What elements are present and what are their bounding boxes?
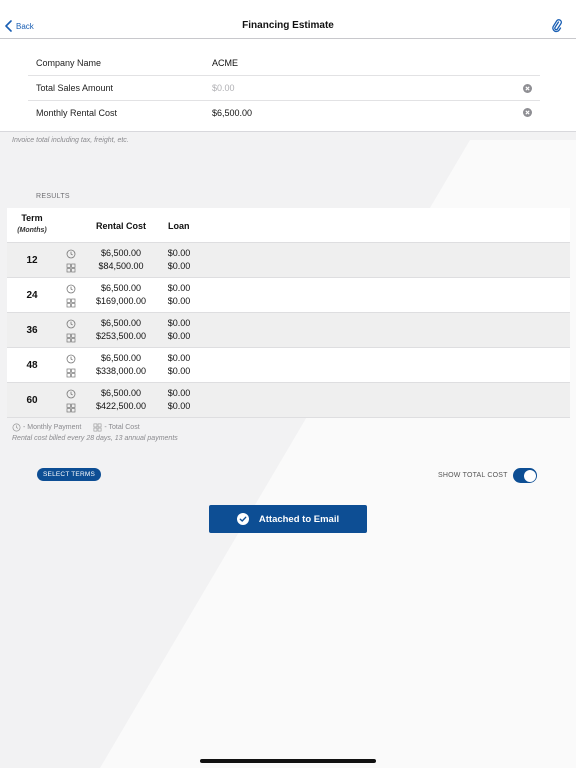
legend-total-label: - Total Cost [104, 424, 140, 431]
term-value: 12 [26, 255, 38, 266]
monthly-rental-cost: $6,500.00 [100, 283, 142, 293]
paperclip-icon[interactable] [552, 19, 562, 33]
grid-icon [66, 333, 76, 343]
billing-note: Rental cost billed every 28 days, 13 ann… [12, 435, 178, 442]
invoice-hint: Invoice total including tax, freight, et… [12, 137, 129, 144]
clear-circle-icon[interactable] [523, 108, 532, 117]
table-row: 12 $6,500.00 $84,500.00 $0.00 $0.00 [7, 243, 570, 278]
navigation-bar: Back Financing Estimate [0, 0, 576, 39]
table-header: Term (Months) Rental Cost Loan [7, 208, 570, 243]
total-loan-cost: $0.00 [167, 401, 191, 411]
loan-header: Loan [168, 221, 190, 231]
table-row: 48 $6,500.00 $338,000.00 $0.00 $0.00 [7, 348, 570, 383]
rental-cost-header: Rental Cost [96, 221, 147, 231]
grid-icon [66, 403, 76, 413]
monthly-rental-row: Monthly Rental Cost $6,500.00 [28, 100, 540, 125]
term-value: 36 [26, 325, 38, 336]
grid-icon [93, 423, 102, 432]
total-sales-label: Total Sales Amount [36, 83, 114, 93]
monthly-loan-cost: $0.00 [167, 388, 191, 398]
table-row: 24 $6,500.00 $169,000.00 $0.00 $0.00 [7, 278, 570, 313]
monthly-rental-input[interactable]: $6,500.00 [212, 108, 252, 118]
page-title: Financing Estimate [242, 20, 334, 31]
monthly-loan-cost: $0.00 [167, 283, 191, 293]
show-total-cost-toggle[interactable] [513, 468, 537, 483]
clock-icon [66, 354, 76, 364]
attached-to-email-button[interactable]: Attached to Email [209, 505, 367, 533]
legend-monthly-label: - Monthly Payment [23, 424, 82, 431]
term-value: 48 [26, 360, 38, 371]
table-row: 60 $6,500.00 $422,500.00 $0.00 $0.00 [7, 383, 570, 418]
monthly-loan-cost: $0.00 [167, 248, 191, 258]
monthly-loan-cost: $0.00 [167, 353, 191, 363]
clock-icon [66, 284, 76, 294]
email-button-label: Attached to Email [258, 513, 340, 525]
legend: - Monthly Payment - Total Cost [12, 423, 140, 432]
monthly-rental-cost: $6,500.00 [100, 353, 142, 363]
estimate-form: Company Name ACME Total Sales Amount $0.… [0, 39, 576, 132]
total-rental-cost: $338,000.00 [95, 366, 147, 376]
monthly-loan-cost: $0.00 [167, 318, 191, 328]
months-header: (Months) [17, 227, 47, 234]
results-section-label: RESULTS [36, 193, 70, 200]
select-terms-button[interactable]: SELECT TERMS [37, 468, 102, 481]
home-indicator[interactable] [200, 759, 376, 763]
monthly-rental-cost: $6,500.00 [100, 318, 142, 328]
grid-icon [66, 298, 76, 308]
grid-icon [66, 263, 76, 273]
total-loan-cost: $0.00 [167, 261, 191, 271]
term-value: 24 [26, 290, 38, 301]
company-name-label: Company Name [36, 58, 102, 68]
table-row: 36 $6,500.00 $253,500.00 $0.00 $0.00 [7, 313, 570, 348]
total-sales-row: Total Sales Amount $0.00 [28, 76, 540, 101]
grid-icon [66, 368, 76, 378]
monthly-rental-label: Monthly Rental Cost [36, 107, 118, 118]
company-name-row: Company Name ACME [28, 51, 540, 76]
total-loan-cost: $0.00 [167, 366, 191, 376]
results-table: Term (Months) Rental Cost Loan 12 $6,500… [7, 208, 570, 418]
toggle-knob [524, 469, 536, 482]
company-name-input[interactable]: ACME [212, 58, 238, 68]
total-sales-input[interactable]: $0.00 [212, 83, 235, 93]
clock-icon [66, 249, 76, 259]
monthly-rental-cost: $6,500.00 [100, 248, 142, 258]
total-loan-cost: $0.00 [167, 331, 191, 341]
total-rental-cost: $253,500.00 [95, 331, 147, 341]
checkmark-circle-icon [236, 513, 249, 525]
clear-circle-icon[interactable] [523, 84, 532, 93]
clock-icon [66, 319, 76, 329]
clock-icon [12, 423, 21, 432]
total-loan-cost: $0.00 [167, 296, 191, 306]
monthly-rental-cost: $6,500.00 [100, 388, 142, 398]
total-rental-cost: $169,000.00 [95, 296, 147, 306]
show-total-cost-label: SHOW TOTAL COST [438, 472, 508, 479]
term-header: Term [21, 213, 43, 223]
total-rental-cost: $84,500.00 [98, 261, 144, 271]
total-rental-cost: $422,500.00 [95, 401, 147, 411]
clock-icon [66, 389, 76, 399]
term-value: 60 [26, 395, 38, 406]
